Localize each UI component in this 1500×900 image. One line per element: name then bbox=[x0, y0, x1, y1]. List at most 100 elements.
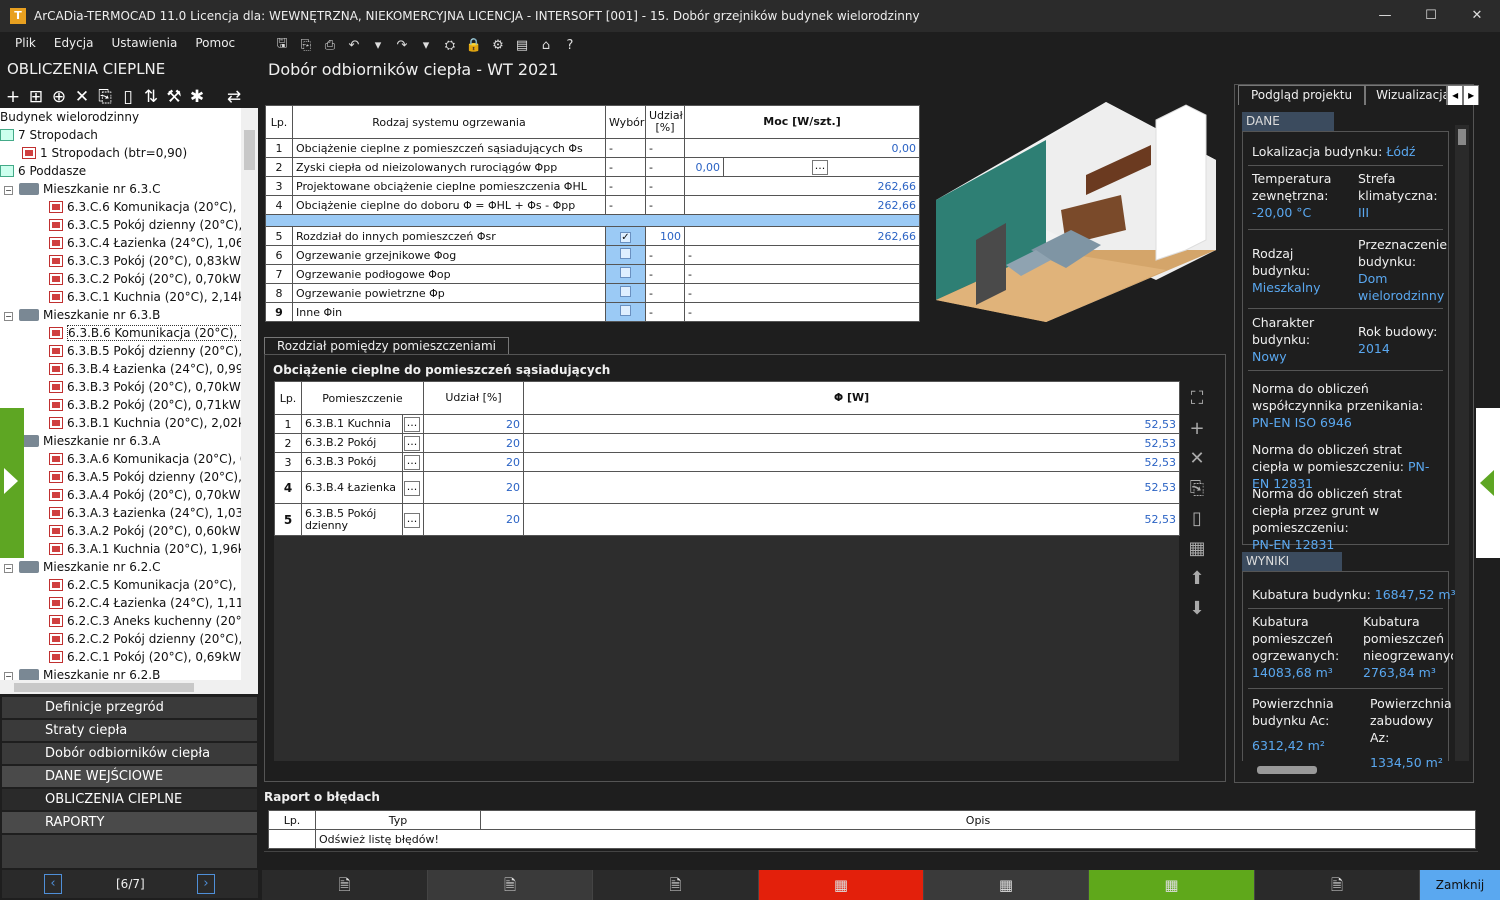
tabs-scroll-right-icon[interactable]: ▸ bbox=[1463, 85, 1480, 105]
undo-dropdown-icon[interactable]: ▾ bbox=[366, 38, 390, 53]
nav-definicje-przegrod[interactable]: Definicje przegród bbox=[2, 697, 257, 718]
tree-item[interactable]: 6.3.A.1 Kuchnia (20°C), 1,96kW bbox=[49, 540, 257, 558]
undo-icon[interactable]: ↶ bbox=[342, 38, 366, 53]
report-doc-3-button[interactable]: 🗎 bbox=[593, 870, 759, 900]
tab-podglad-projektu[interactable]: Podgląd projektu bbox=[1238, 85, 1366, 105]
tree-vertical-scrollbar[interactable] bbox=[241, 108, 258, 680]
collapse-icon[interactable]: − bbox=[4, 186, 13, 195]
menu-edycja[interactable]: Edycja bbox=[54, 36, 94, 50]
report-doc-1-button[interactable]: 🗎 bbox=[262, 870, 428, 900]
tree-item[interactable]: 6.2.C.4 Łazienka (24°C), 1,11kW bbox=[49, 594, 258, 612]
tree-item[interactable]: 6.2.C.2 Pokój dzienny (20°C), 1, bbox=[49, 630, 258, 648]
tree-item[interactable]: 6.3.C.5 Pokój dzienny (20°C), 1, bbox=[49, 216, 258, 234]
tree-horizontal-scrollbar[interactable] bbox=[0, 680, 258, 694]
tree-item[interactable]: 6.3.B.5 Pokój dzienny (20°C), 1, bbox=[49, 342, 257, 360]
wizard-icon[interactable]: ✱ bbox=[186, 86, 208, 108]
checkbox[interactable] bbox=[620, 248, 631, 259]
help-icon[interactable]: ? bbox=[558, 38, 582, 53]
right-horizontal-scrollbar[interactable] bbox=[1242, 763, 1454, 777]
tree-item[interactable]: 6.3.A.3 Łazienka (24°C), 1,03kW bbox=[49, 504, 258, 522]
menu-plik[interactable]: Plik bbox=[15, 36, 36, 50]
fit-icon[interactable]: ⛶ bbox=[1186, 384, 1208, 414]
add-many-icon[interactable]: ⊕ bbox=[48, 86, 70, 108]
table-row[interactable]: 2 6.3.B.2 Pokój... 20 52,53 bbox=[274, 433, 1180, 453]
checkbox[interactable] bbox=[620, 267, 631, 278]
calculator-icon[interactable]: ▦ bbox=[1186, 534, 1208, 564]
save-icon[interactable]: 🖫 bbox=[270, 34, 294, 56]
maximize-button[interactable]: ☐ bbox=[1408, 0, 1454, 32]
tree-item[interactable]: Budynek wielorodzinny bbox=[0, 108, 139, 126]
browse-room-button[interactable]: ... bbox=[404, 455, 420, 470]
move-down-icon[interactable]: ⬇ bbox=[1186, 594, 1208, 624]
nav-raporty[interactable]: RAPORTY bbox=[2, 812, 257, 833]
browse-button[interactable]: ... bbox=[812, 160, 828, 175]
report-doc-4-button[interactable]: 🗎 bbox=[1255, 870, 1420, 900]
expand-left-arrow-icon[interactable] bbox=[0, 408, 24, 558]
cell-dots[interactable]: ... bbox=[402, 503, 424, 536]
tree-item[interactable]: − Mieszkanie nr 6.3.B bbox=[4, 306, 160, 324]
copy-icon[interactable]: ⎘ bbox=[94, 86, 116, 108]
tree-item[interactable]: 6.3.C.6 Komunikacja (20°C), 0,2 bbox=[49, 198, 258, 216]
export-icon[interactable]: ⛭ bbox=[438, 38, 462, 53]
add-icon[interactable]: + bbox=[1186, 414, 1208, 444]
menu-ustawienia[interactable]: Ustawienia bbox=[111, 36, 177, 50]
browse-room-button[interactable]: ... bbox=[404, 417, 420, 432]
tree-item[interactable]: 6.3.A.5 Pokój dzienny (20°C), 1, bbox=[49, 468, 257, 486]
paste-icon[interactable]: ▯ bbox=[1186, 504, 1208, 534]
tree-item[interactable]: − Mieszkanie nr 6.3.C bbox=[4, 180, 160, 198]
scroll-thumb[interactable] bbox=[1257, 766, 1317, 774]
table-grey-button[interactable]: ▦ bbox=[924, 870, 1089, 900]
tools-icon[interactable]: ⚒ bbox=[163, 86, 185, 108]
cell-dots[interactable]: ... bbox=[722, 157, 921, 177]
cell-udzial[interactable]: 20 bbox=[423, 471, 524, 504]
cell-wybor[interactable] bbox=[605, 245, 646, 265]
collapse-icon[interactable]: − bbox=[4, 564, 13, 573]
scroll-thumb[interactable] bbox=[14, 683, 194, 692]
add-icon[interactable]: + bbox=[2, 86, 24, 108]
tree-item[interactable]: 6.3.A.4 Pokój (20°C), 0,70kW bbox=[49, 486, 241, 504]
checkbox[interactable]: ✓ bbox=[620, 231, 631, 243]
cell-dots[interactable]: ... bbox=[402, 471, 424, 504]
table-red-button[interactable]: ▦ bbox=[759, 870, 924, 900]
cell-udzial[interactable]: 20 bbox=[423, 414, 524, 434]
cell-dots[interactable]: ... bbox=[402, 433, 424, 453]
tree-item[interactable]: 6 Poddasze bbox=[0, 162, 86, 180]
cell-udzial[interactable]: 100 bbox=[645, 226, 685, 246]
tree-item[interactable]: 6.3.C.1 Kuchnia (20°C), 2,14kW bbox=[49, 288, 257, 306]
nav-dobor-odbiornikow[interactable]: Dobór odbiorników ciepła bbox=[2, 743, 257, 764]
cell-wybor[interactable] bbox=[605, 302, 646, 322]
checkbox[interactable] bbox=[620, 305, 631, 316]
lock-icon[interactable]: 🔒 bbox=[462, 38, 486, 53]
tree-item[interactable]: 6.2.C.3 Aneks kuchenny (20°C), bbox=[49, 612, 258, 630]
scroll-thumb[interactable] bbox=[1458, 129, 1466, 145]
move-up-icon[interactable]: ⬆ bbox=[1186, 564, 1208, 594]
save-as-icon[interactable]: ⎘ bbox=[294, 38, 318, 53]
browse-room-button[interactable]: ... bbox=[404, 512, 420, 528]
tree-item[interactable]: − Mieszkanie nr 6.2.C bbox=[4, 558, 160, 576]
table-row[interactable]: 1 6.3.B.1 Kuchnia... 20 52,53 bbox=[274, 414, 1180, 434]
nav-straty-ciepla[interactable]: Straty ciepła bbox=[2, 720, 257, 741]
tree-item[interactable]: 6.3.B.3 Pokój (20°C), 0,70kW bbox=[49, 378, 241, 396]
redo-icon[interactable]: ↷ bbox=[390, 38, 414, 53]
cell-dots[interactable]: ... bbox=[402, 452, 424, 472]
tab-rozdzial[interactable]: Rozdział pomiędzy pomieszczeniami bbox=[264, 337, 509, 355]
minimize-button[interactable]: — bbox=[1362, 0, 1408, 32]
tree-item[interactable]: 7 Stropodach bbox=[0, 126, 98, 144]
table-row[interactable]: 3 6.3.B.3 Pokój... 20 52,53 bbox=[274, 452, 1180, 472]
tree-item[interactable]: 6.3.C.2 Pokój (20°C), 0,70kW bbox=[49, 270, 241, 288]
nav-obliczenia-cieplne[interactable]: OBLICZENIA CIEPLNE bbox=[2, 789, 257, 810]
building-icon[interactable]: ⌂ bbox=[534, 38, 558, 53]
tree-item[interactable]: 6.3.A.6 Komunikacja (20°C), 0,2 bbox=[49, 450, 258, 468]
next-page-button[interactable]: › bbox=[197, 874, 215, 894]
delete-icon[interactable]: ✕ bbox=[1186, 444, 1208, 474]
cell-wybor[interactable]: ✓ bbox=[605, 226, 646, 246]
redo-dropdown-icon[interactable]: ▾ bbox=[414, 38, 438, 53]
tree-item[interactable]: 6.2.C.5 Komunikacja (20°C), 0,2 bbox=[49, 576, 258, 594]
building-tree[interactable]: Budynek wielorodzinny 7 Stropodach 1 Strop… bbox=[0, 108, 258, 694]
cell-moc-input[interactable]: 0,00 bbox=[684, 157, 724, 177]
browse-room-button[interactable]: ... bbox=[404, 480, 420, 496]
scroll-thumb[interactable] bbox=[244, 130, 255, 170]
cell-wybor[interactable] bbox=[605, 264, 646, 284]
browse-room-button[interactable]: ... bbox=[404, 436, 420, 451]
table-row[interactable]: 4 6.3.B.4 Łazienka... 20 52,53 bbox=[274, 471, 1180, 504]
